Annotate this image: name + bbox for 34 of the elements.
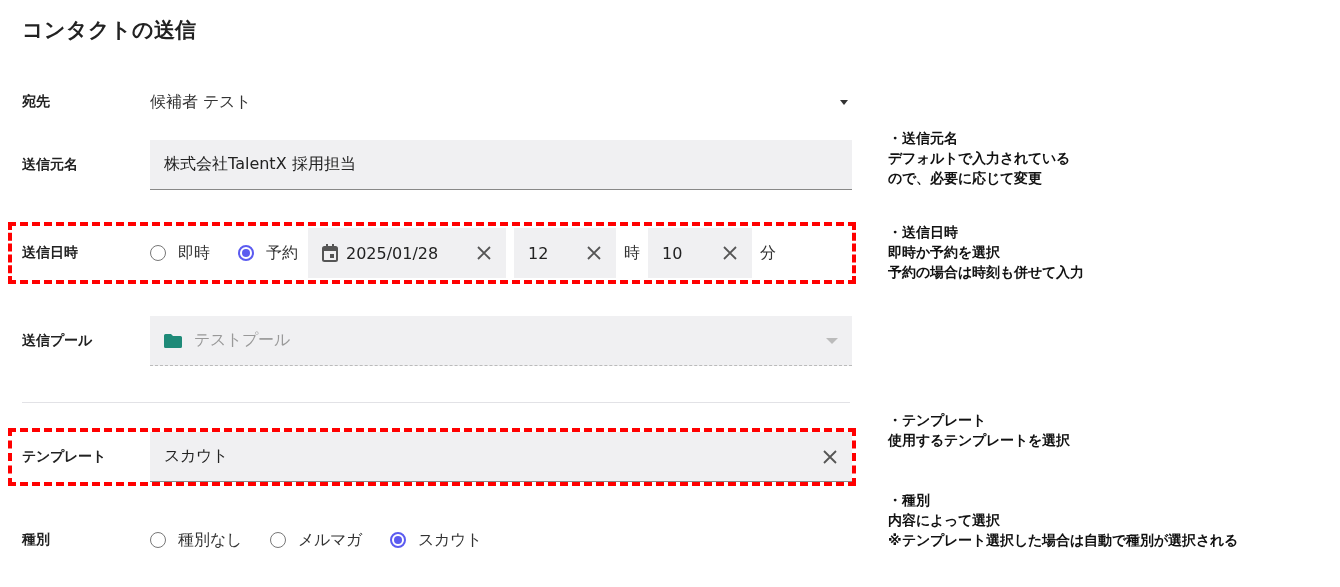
minute-unit: 分 <box>759 242 777 264</box>
annotation-text: ・テンプレート 使用するテンプレートを選択 <box>887 411 1071 450</box>
field-label: 送信プール <box>22 332 93 350</box>
annotation-text: ・送信日時 即時か予約を選択 予約の場合は時刻も併せて入力 <box>887 223 1085 282</box>
radio-icon[interactable] <box>238 245 254 261</box>
caret-icon <box>826 337 838 344</box>
calendar-icon <box>322 244 338 262</box>
close-icon[interactable] <box>476 245 492 261</box>
template-select[interactable]: スカウト <box>150 432 852 482</box>
close-icon[interactable] <box>586 245 602 261</box>
field-label: 送信元名 <box>22 156 79 174</box>
minute-field[interactable]: 10 <box>648 228 752 278</box>
radio-option[interactable]: 種別なし <box>150 529 242 551</box>
close-icon[interactable] <box>722 245 738 261</box>
hour-unit: 時 <box>623 242 641 264</box>
recipient-select[interactable]: 候補者 テスト <box>150 91 852 113</box>
caret-icon <box>840 99 848 105</box>
input-field[interactable]: 株式会社TalentX 採用担当 <box>150 140 852 190</box>
field-label: テンプレート <box>22 448 107 466</box>
close-icon[interactable] <box>822 448 838 465</box>
field-label: 種別 <box>22 531 51 549</box>
date-field[interactable]: 2025/01/28 <box>308 228 506 278</box>
radio-option[interactable]: スカウト <box>390 529 482 551</box>
field-label: 送信日時 <box>22 244 79 262</box>
field-label: 宛先 <box>22 93 51 111</box>
folder-icon <box>164 333 182 348</box>
radio-option[interactable]: メルマガ <box>270 529 362 551</box>
page-title: コンタクトの送信 <box>21 17 196 44</box>
radio-option[interactable]: 即時 <box>150 242 210 264</box>
radio-option[interactable]: 予約 <box>238 242 298 264</box>
hour-field[interactable]: 12 <box>514 228 616 278</box>
annotation-text: ・送信元名 デフォルトで入力されている ので、必要に応じて変更 <box>887 129 1071 188</box>
radio-icon[interactable] <box>390 532 406 548</box>
annotation-text: ・種別 内容によって選択 ※テンプレート選択した場合は自動で種別が選択される <box>887 491 1238 550</box>
